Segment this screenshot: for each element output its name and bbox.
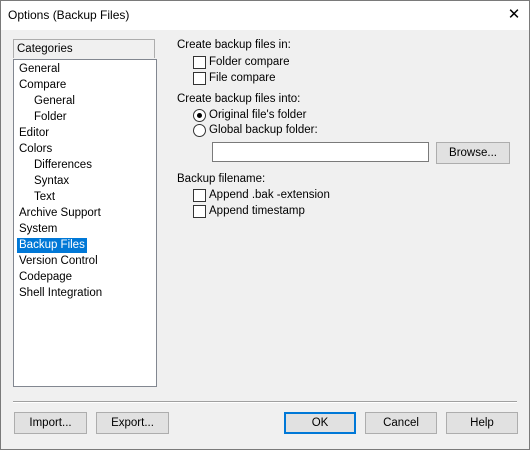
category-version-control[interactable]: Version Control	[17, 254, 100, 269]
global-folder-radio[interactable]	[193, 124, 206, 137]
append-bak-checkbox[interactable]	[193, 189, 206, 202]
folder-compare-checkbox[interactable]	[193, 56, 206, 69]
folder-compare-label[interactable]: Folder compare	[209, 56, 290, 68]
category-general[interactable]: General	[17, 62, 62, 77]
category-compare[interactable]: Compare	[17, 78, 68, 93]
original-folder-label[interactable]: Original file's folder	[209, 109, 306, 121]
category-compare-folder[interactable]: Folder	[32, 110, 69, 125]
options-dialog: Options (Backup Files) ✕ Categories Gene…	[0, 0, 530, 450]
category-shell-integration[interactable]: Shell Integration	[17, 286, 104, 301]
append-timestamp-label[interactable]: Append timestamp	[209, 205, 305, 217]
append-timestamp-checkbox[interactable]	[193, 205, 206, 218]
cancel-button[interactable]: Cancel	[365, 412, 437, 434]
browse-button[interactable]: Browse...	[436, 142, 510, 164]
create-in-heading: Create backup files in:	[177, 39, 291, 51]
global-folder-label[interactable]: Global backup folder:	[209, 124, 318, 136]
category-colors-differences[interactable]: Differences	[32, 158, 94, 173]
category-backup-files[interactable]: Backup Files	[17, 238, 87, 253]
file-compare-checkbox[interactable]	[193, 72, 206, 85]
category-colors[interactable]: Colors	[17, 142, 54, 157]
categories-panel: Categories General Compare General Folde…	[13, 39, 157, 387]
backup-folder-input[interactable]	[212, 142, 429, 162]
category-archive-support[interactable]: Archive Support	[17, 206, 103, 221]
category-compare-general[interactable]: General	[32, 94, 77, 109]
help-button[interactable]: Help	[446, 412, 518, 434]
file-compare-label[interactable]: File compare	[209, 72, 275, 84]
close-icon[interactable]: ✕	[499, 1, 529, 30]
export-button[interactable]: Export...	[96, 412, 169, 434]
categories-list[interactable]: General Compare General Folder Editor Co…	[13, 59, 157, 387]
append-bak-label[interactable]: Append .bak -extension	[209, 189, 330, 201]
category-system[interactable]: System	[17, 222, 59, 237]
import-button[interactable]: Import...	[14, 412, 87, 434]
title-bar: Options (Backup Files) ✕	[1, 1, 529, 30]
category-colors-text[interactable]: Text	[32, 190, 57, 205]
filename-heading: Backup filename:	[177, 173, 266, 185]
create-into-heading: Create backup files into:	[177, 93, 301, 105]
category-codepage[interactable]: Codepage	[17, 270, 74, 285]
window-title: Options (Backup Files)	[8, 8, 130, 22]
footer-separator	[13, 401, 517, 403]
original-folder-radio[interactable]	[193, 109, 206, 122]
categories-header: Categories	[13, 39, 155, 58]
category-editor[interactable]: Editor	[17, 126, 51, 141]
category-colors-syntax[interactable]: Syntax	[32, 174, 71, 189]
ok-button[interactable]: OK	[284, 412, 356, 434]
